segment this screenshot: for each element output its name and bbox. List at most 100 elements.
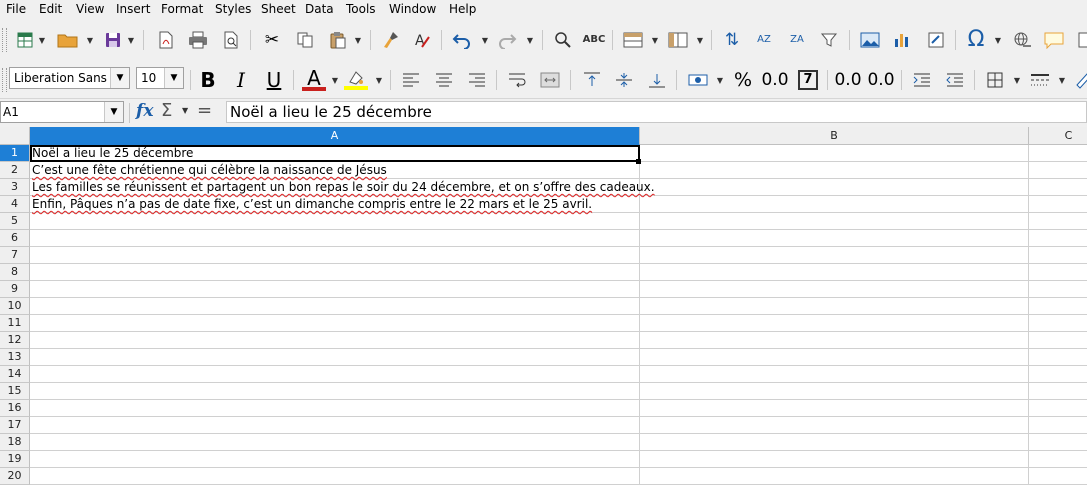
row-header[interactable]: 12 — [0, 332, 30, 349]
menu-data[interactable]: Data — [305, 2, 334, 16]
borders-dropdown-icon[interactable]: ▼ — [1013, 74, 1021, 86]
highlight-color-dropdown-icon[interactable]: ▼ — [375, 74, 383, 86]
align-center-icon[interactable] — [432, 68, 456, 92]
number-format-button[interactable]: 0.0 — [761, 68, 788, 92]
copy-icon[interactable] — [293, 28, 317, 52]
percent-format-button[interactable]: % — [731, 68, 755, 92]
row-header[interactable]: 1 — [0, 145, 30, 162]
underline-button[interactable]: U — [262, 68, 286, 92]
increase-indent-icon[interactable] — [910, 68, 934, 92]
row-icon[interactable] — [621, 28, 645, 52]
paste-dropdown-icon[interactable]: ▼ — [354, 34, 362, 46]
sum-dropdown-icon[interactable]: ▼ — [182, 106, 188, 115]
font-size-combo[interactable]: 10 ▼ — [136, 67, 184, 89]
row-header[interactable]: 8 — [0, 264, 30, 281]
function-wizard-icon[interactable]: fx — [136, 101, 153, 121]
formula-input[interactable]: Noël a lieu le 25 décembre — [226, 101, 1087, 123]
row-header[interactable]: 18 — [0, 434, 30, 451]
font-color-dropdown-icon[interactable]: ▼ — [331, 74, 339, 86]
menu-file[interactable]: File — [6, 2, 26, 16]
hyperlink-icon[interactable] — [1010, 28, 1034, 52]
row-header[interactable]: 15 — [0, 383, 30, 400]
align-bottom-icon[interactable] — [645, 68, 669, 92]
autofill-handle[interactable] — [636, 159, 641, 164]
save-icon[interactable] — [101, 28, 125, 52]
clone-formatting-icon[interactable] — [379, 28, 403, 52]
menu-format[interactable]: Format — [161, 2, 203, 16]
cell-a3[interactable]: Les familles se réunissent et partagent … — [32, 179, 655, 196]
row-header[interactable]: 5 — [0, 213, 30, 230]
column-header-b[interactable]: B — [640, 127, 1029, 145]
row-header[interactable]: 19 — [0, 451, 30, 468]
column-dropdown-icon[interactable]: ▼ — [696, 34, 704, 46]
new-spreadsheet-icon[interactable] — [13, 28, 37, 52]
row-dropdown-icon[interactable]: ▼ — [651, 34, 659, 46]
print-preview-icon[interactable] — [219, 28, 243, 52]
row-header[interactable]: 9 — [0, 281, 30, 298]
border-color-icon[interactable] — [1071, 68, 1087, 92]
decrease-indent-icon[interactable] — [943, 68, 967, 92]
currency-format-icon[interactable] — [686, 68, 710, 92]
row-header[interactable]: 6 — [0, 230, 30, 247]
row-header[interactable]: 14 — [0, 366, 30, 383]
currency-dropdown-icon[interactable]: ▼ — [716, 74, 724, 86]
row-header[interactable]: 13 — [0, 349, 30, 366]
toolbar-grip[interactable] — [2, 68, 7, 92]
undo-icon[interactable] — [450, 28, 474, 52]
row-header[interactable]: 10 — [0, 298, 30, 315]
borders-icon[interactable] — [983, 68, 1007, 92]
open-dropdown-icon[interactable]: ▼ — [86, 34, 94, 46]
spelling-icon[interactable]: ABC — [582, 28, 606, 52]
special-character-icon[interactable]: Ω — [964, 28, 988, 52]
menu-help[interactable]: Help — [449, 2, 476, 16]
cut-icon[interactable]: ✂ — [260, 28, 284, 52]
chevron-down-icon[interactable]: ▼ — [110, 68, 129, 88]
sort-icon[interactable]: ⇅ — [720, 28, 744, 52]
special-character-dropdown-icon[interactable]: ▼ — [994, 34, 1002, 46]
sum-icon[interactable]: Σ — [161, 100, 172, 121]
bold-button[interactable]: B — [196, 68, 220, 92]
redo-dropdown-icon[interactable]: ▼ — [526, 34, 534, 46]
border-style-dropdown-icon[interactable]: ▼ — [1058, 74, 1066, 86]
menu-sheet[interactable]: Sheet — [261, 2, 296, 16]
paste-icon[interactable] — [326, 28, 350, 52]
sort-descending-icon[interactable]: ZA — [785, 28, 809, 52]
highlight-color-button[interactable] — [344, 68, 368, 92]
row-header[interactable]: 7 — [0, 247, 30, 264]
align-middle-icon[interactable] — [612, 68, 636, 92]
row-header[interactable]: 20 — [0, 468, 30, 485]
insert-image-icon[interactable] — [858, 28, 882, 52]
row-header[interactable]: 3 — [0, 179, 30, 196]
menu-window[interactable]: Window — [389, 2, 436, 16]
comment-icon[interactable] — [1042, 28, 1066, 52]
delete-decimal-button[interactable]: 0.0 — [867, 68, 894, 92]
save-dropdown-icon[interactable]: ▼ — [127, 34, 135, 46]
clear-formatting-icon[interactable]: A — [410, 28, 434, 52]
row-header[interactable]: 11 — [0, 315, 30, 332]
menu-styles[interactable]: Styles — [215, 2, 251, 16]
cell-a4[interactable]: Enfin, Pâques n’a pas de date fixe, c’es… — [32, 196, 592, 213]
menu-view[interactable]: View — [76, 2, 104, 16]
select-all-corner[interactable] — [0, 127, 30, 145]
menu-edit[interactable]: Edit — [39, 2, 62, 16]
row-header[interactable]: 17 — [0, 417, 30, 434]
pivot-table-icon[interactable] — [924, 28, 948, 52]
header-footer-icon[interactable] — [1073, 28, 1087, 52]
open-folder-icon[interactable] — [56, 28, 80, 52]
sort-ascending-icon[interactable]: AZ — [752, 28, 776, 52]
find-replace-icon[interactable] — [551, 28, 575, 52]
cell-a2[interactable]: C’est une fête chrétienne qui célèbre la… — [32, 162, 387, 179]
wrap-text-icon[interactable] — [505, 68, 529, 92]
column-header-a[interactable]: A — [30, 127, 640, 145]
row-header[interactable]: 16 — [0, 400, 30, 417]
print-icon[interactable] — [186, 28, 210, 52]
chevron-down-icon[interactable]: ▼ — [104, 102, 123, 122]
name-box[interactable]: A1 ▼ — [0, 101, 124, 123]
undo-dropdown-icon[interactable]: ▼ — [481, 34, 489, 46]
border-style-icon[interactable] — [1028, 68, 1052, 92]
row-header[interactable]: 4 — [0, 196, 30, 213]
align-left-icon[interactable] — [399, 68, 423, 92]
align-right-icon[interactable] — [465, 68, 489, 92]
column-header-c[interactable]: C — [1029, 127, 1087, 145]
italic-button[interactable]: I — [229, 68, 253, 92]
